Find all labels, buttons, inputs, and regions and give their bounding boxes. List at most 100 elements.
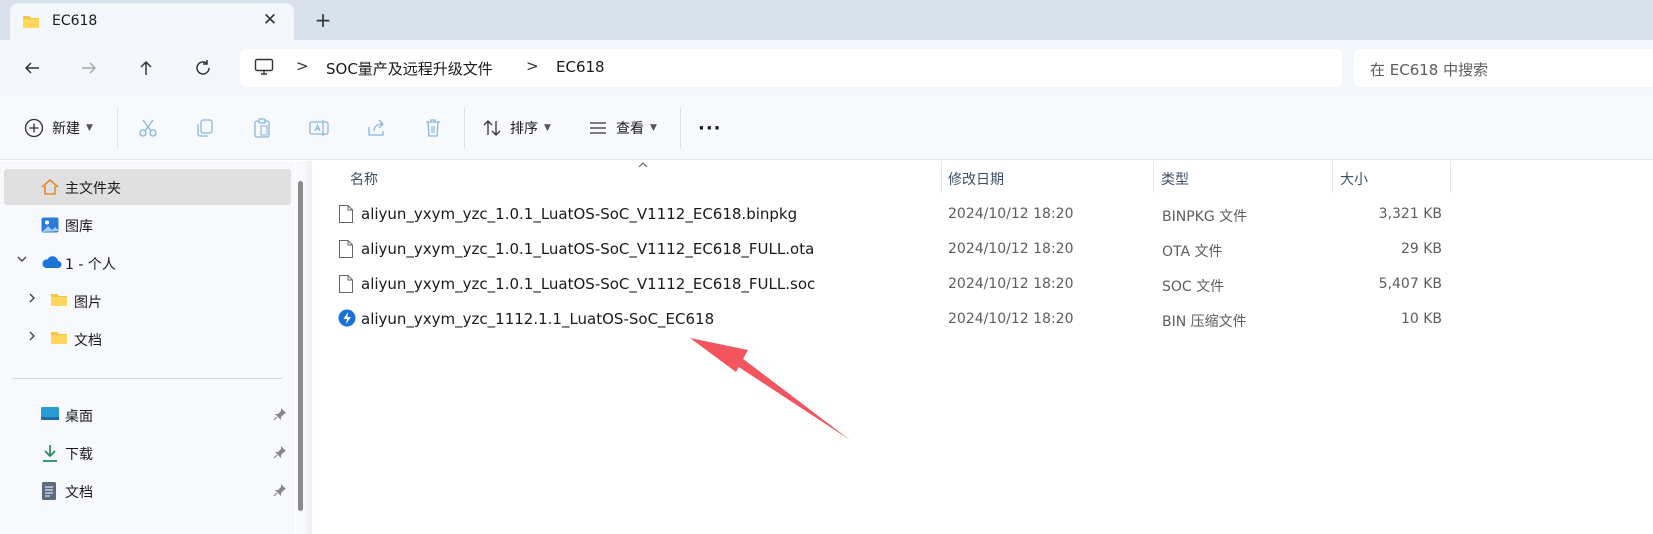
sidebar-divider <box>12 378 282 379</box>
pin-icon[interactable] <box>273 483 287 501</box>
sidebar-item-desktop[interactable]: 桌面 <box>4 397 291 433</box>
sidebar-item-documents-cloud[interactable]: 文档 <box>4 321 291 357</box>
chevron-down-icon[interactable] <box>16 253 28 268</box>
sidebar-item-gallery[interactable]: 图库 <box>4 207 291 243</box>
chevron-down-icon: ▼ <box>86 123 93 133</box>
sort-button[interactable]: 排序 ▼ <box>482 114 551 142</box>
breadcrumb-separator: > <box>526 57 539 75</box>
file-icon <box>338 274 354 298</box>
file-type: BIN 压缩文件 <box>1162 314 1247 330</box>
view-button-label: 查看 <box>616 121 644 137</box>
new-button[interactable]: 新建 ▼ <box>24 114 93 142</box>
chevron-down-icon: ▼ <box>650 123 657 133</box>
archive-app-icon <box>338 309 356 331</box>
pin-icon[interactable] <box>273 407 287 425</box>
sidebar-scrollbar[interactable] <box>296 161 306 534</box>
up-button[interactable] <box>130 52 162 84</box>
copy-icon <box>197 119 213 137</box>
folder-icon <box>22 13 40 33</box>
onedrive-cloud-icon <box>40 253 62 275</box>
sidebar-item-label: 文档 <box>74 333 102 349</box>
tab-title: EC618 <box>52 13 98 29</box>
close-tab-icon[interactable]: ✕ <box>260 10 280 30</box>
file-row[interactable]: aliyun_yxym_yzc_1112.1.1_LuatOS-SoC_EC61… <box>312 302 1452 337</box>
column-header-size[interactable]: 大小 <box>1333 161 1450 193</box>
back-button[interactable] <box>16 52 48 84</box>
sidebar-item-label: 主文件夹 <box>65 181 121 197</box>
column-header-date[interactable]: 修改日期 <box>942 161 1154 193</box>
address-row: > SOC量产及远程升级文件 > EC618 在 EC618 中搜索 <box>0 40 1653 96</box>
sidebar-item-pictures[interactable]: 图片 <box>4 283 291 319</box>
rename-button[interactable] <box>308 114 330 142</box>
copy-button[interactable] <box>194 114 216 142</box>
arrow-up-icon <box>140 60 152 75</box>
forward-button[interactable] <box>73 52 105 84</box>
pin-icon[interactable] <box>273 445 287 463</box>
column-header-label: 类型 <box>1161 172 1189 188</box>
trash-icon <box>426 119 440 137</box>
rename-icon <box>309 120 329 136</box>
file-row[interactable]: aliyun_yxym_yzc_1.0.1_LuatOS-SoC_V1112_E… <box>312 232 1452 267</box>
file-date: 2024/10/12 18:20 <box>948 241 1074 257</box>
sort-button-label: 排序 <box>510 121 538 137</box>
file-date: 2024/10/12 18:20 <box>948 311 1074 327</box>
gallery-icon <box>40 215 60 239</box>
folder-icon <box>50 291 68 311</box>
home-icon <box>40 177 60 201</box>
search-placeholder: 在 EC618 中搜索 <box>1370 61 1489 79</box>
view-button[interactable]: 查看 ▼ <box>588 114 657 142</box>
column-header-name[interactable]: 名称 <box>312 161 942 193</box>
plus-circle-icon <box>24 118 44 138</box>
refresh-icon <box>196 60 210 75</box>
sidebar-item-label: 图片 <box>74 295 102 311</box>
sidebar-item-downloads[interactable]: 下载 <box>4 435 291 471</box>
scissors-icon <box>139 119 157 137</box>
sidebar-item-onedrive-personal[interactable]: 1 - 个人 <box>4 245 291 281</box>
chevron-right-icon[interactable] <box>26 292 38 307</box>
sort-icon <box>483 120 501 136</box>
file-name: aliyun_yxym_yzc_1.0.1_LuatOS-SoC_V1112_E… <box>361 275 816 293</box>
address-bar[interactable]: > SOC量产及远程升级文件 > EC618 <box>240 49 1342 87</box>
command-bar: 新建 ▼ 排序 ▼ 查看 ▼ ··· <box>0 96 1653 160</box>
cut-button[interactable] <box>137 114 159 142</box>
breadcrumb-soc-folder[interactable]: SOC量产及远程升级文件 <box>326 58 493 79</box>
arrow-right-icon <box>82 62 97 74</box>
sidebar-item-label: 图库 <box>65 219 93 235</box>
sidebar-item-label: 文档 <box>65 485 93 501</box>
file-size: 3,321 KB <box>1378 206 1442 222</box>
download-icon <box>40 443 60 467</box>
new-tab-button[interactable]: + <box>312 9 334 31</box>
document-icon <box>40 481 58 505</box>
share-icon <box>368 119 384 136</box>
file-date: 2024/10/12 18:20 <box>948 276 1074 292</box>
file-row[interactable]: aliyun_yxym_yzc_1.0.1_LuatOS-SoC_V1112_E… <box>312 197 1452 232</box>
file-row[interactable]: aliyun_yxym_yzc_1.0.1_LuatOS-SoC_V1112_E… <box>312 267 1452 302</box>
file-name: aliyun_yxym_yzc_1112.1.1_LuatOS-SoC_EC61… <box>361 310 715 328</box>
file-icon <box>338 239 354 263</box>
share-button[interactable] <box>365 114 387 142</box>
tab-ec618[interactable]: EC618 ✕ <box>10 3 294 40</box>
search-input[interactable]: 在 EC618 中搜索 <box>1354 49 1653 87</box>
paste-button[interactable] <box>251 114 273 142</box>
sidebar-item-home[interactable]: 主文件夹 <box>4 169 291 205</box>
desktop-icon <box>40 405 60 427</box>
sidebar-item-label: 桌面 <box>65 409 93 425</box>
column-header-type[interactable]: 类型 <box>1154 161 1332 193</box>
toolbar-divider <box>464 108 465 148</box>
view-lines-icon <box>590 122 606 134</box>
refresh-button[interactable] <box>187 52 219 84</box>
chevron-right-icon[interactable] <box>26 330 38 345</box>
file-name: aliyun_yxym_yzc_1.0.1_LuatOS-SoC_V1112_E… <box>361 240 815 258</box>
navigation-pane: 主文件夹 图库 1 - 个人 图片 文档 桌面 下载 文档 <box>0 161 295 534</box>
column-divider[interactable] <box>1450 161 1451 193</box>
more-icon: ··· <box>698 117 722 139</box>
file-date: 2024/10/12 18:20 <box>948 206 1074 222</box>
file-list: 名称 修改日期 类型 大小 aliyun_yxym_yzc_1.0.1_Luat… <box>312 161 1653 534</box>
sidebar-item-documents[interactable]: 文档 <box>4 473 291 509</box>
more-options-button[interactable]: ··· <box>698 114 722 142</box>
file-type: SOC 文件 <box>1162 279 1225 295</box>
delete-button[interactable] <box>422 114 444 142</box>
column-header-label: 名称 <box>350 172 378 188</box>
breadcrumb-ec618[interactable]: EC618 <box>556 58 605 76</box>
scrollbar-thumb[interactable] <box>298 181 303 511</box>
